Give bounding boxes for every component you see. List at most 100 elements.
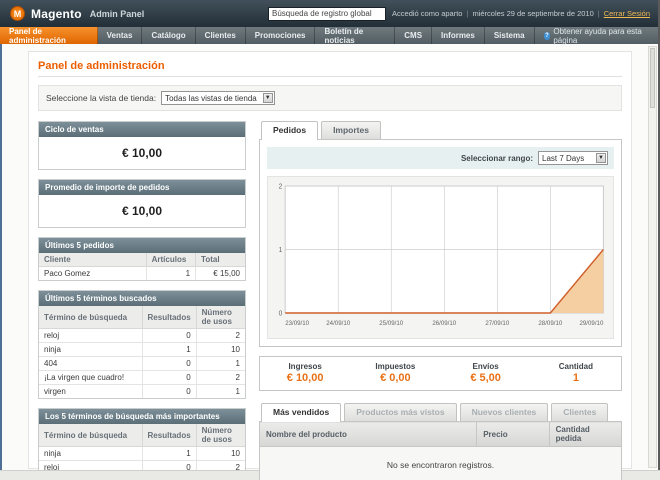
nav-item-promotions[interactable]: Promociones <box>246 27 316 44</box>
term: virgen <box>39 384 143 398</box>
nav-item-customers[interactable]: Clientes <box>196 27 246 44</box>
orders-chart: 0 1 2 23/09/10 24/09/10 25/09/10 26/09/10 27/09… <box>267 176 614 339</box>
svg-text:0: 0 <box>279 310 283 317</box>
content-area: Panel de administración Seleccione la vi… <box>28 51 632 480</box>
nav-item-system[interactable]: Sistema <box>485 27 535 44</box>
term: ¡La virgen que cuadro! <box>39 370 143 385</box>
empty-records-message: No se encontraron registros. <box>259 446 622 480</box>
separator: | <box>466 9 469 18</box>
scrollbar-thumb[interactable] <box>650 48 655 108</box>
uses: 1 <box>196 356 245 371</box>
totals-bar: Ingresos € 10,00 Impuestos € 0,00 Envíos… <box>259 356 622 391</box>
table-row[interactable]: reloj 0 2 <box>39 328 245 343</box>
window-left-edge <box>0 44 2 470</box>
nav-item-cms[interactable]: CMS <box>395 27 433 44</box>
chart-tabs: Pedidos Importes <box>259 121 622 140</box>
lifetime-sales-title: Ciclo de ventas <box>39 122 245 137</box>
last-search-terms-box: Últimos 5 términos buscados Término de b… <box>38 290 246 399</box>
nav-item-sales[interactable]: Ventas <box>98 27 143 44</box>
tab-most-viewed[interactable]: Productos más vistos <box>344 403 457 421</box>
total-value: 1 <box>572 372 579 384</box>
lifetime-sales-value: € 10,00 <box>121 146 163 160</box>
last-orders-box: Últimos 5 pedidos Cliente Artículos Tota… <box>38 237 246 281</box>
total-revenue: Ingresos € 10,00 <box>260 362 350 384</box>
col-header-term: Término de búsqueda <box>39 424 143 447</box>
tab-customers[interactable]: Clientes <box>551 403 609 421</box>
products-tabs: Más vendidos Productos más vistos Nuevos… <box>259 403 622 422</box>
main-nav: Panel de administración Ventas Catálogo … <box>0 26 660 45</box>
bestsellers-table: Nombre del producto Precio Cantidad pedi… <box>258 421 623 480</box>
svg-text:25/09/10: 25/09/10 <box>379 320 403 327</box>
uses: 1 <box>196 384 245 398</box>
help-link[interactable]: Obtener ayuda para esta página <box>535 26 660 45</box>
term: ninja <box>39 342 143 357</box>
last-orders-title: Últimos 5 pedidos <box>39 238 245 253</box>
results: 0 <box>142 328 197 343</box>
table-row[interactable]: ninja 1 10 <box>39 446 245 461</box>
range-bar: Seleccionar rango: Last 7 Days <box>267 147 614 169</box>
total-value: € 0,00 <box>380 372 411 384</box>
vertical-scrollbar[interactable] <box>648 46 657 468</box>
uses: 2 <box>196 328 245 343</box>
logged-in-as: Accedió como aparto <box>392 9 463 18</box>
uses: 10 <box>196 446 245 461</box>
separator: | <box>597 9 600 18</box>
nav-item-dashboard[interactable]: Panel de administración <box>0 27 98 45</box>
table-row[interactable]: ¡La virgen que cuadro! 0 2 <box>39 370 245 385</box>
tab-bestsellers[interactable]: Más vendidos <box>261 403 342 422</box>
left-column: Ciclo de ventas € 10,00 Promedio de impo… <box>38 121 246 480</box>
tab-new-customers[interactable]: Nuevos clientes <box>459 403 549 421</box>
term: reloj <box>39 328 143 343</box>
order-client: Paco Gomez <box>39 266 147 280</box>
total-label: Impuestos <box>375 362 416 371</box>
total-quantity: Cantidad 1 <box>531 362 621 384</box>
page-title: Panel de administración <box>38 60 622 77</box>
store-view-label: Seleccione la vista de tienda: <box>46 93 157 103</box>
total-value: € 10,00 <box>286 372 324 384</box>
svg-text:28/09/10: 28/09/10 <box>538 320 562 327</box>
table-row[interactable]: 404 0 1 <box>39 356 245 371</box>
results: 0 <box>142 370 197 385</box>
svg-text:24/09/10: 24/09/10 <box>326 320 350 327</box>
total-value: € 5,00 <box>470 372 501 384</box>
table-row[interactable]: virgen 0 1 <box>39 384 245 398</box>
col-header-results: Resultados <box>142 306 197 329</box>
nav-item-reports[interactable]: Informes <box>432 27 485 44</box>
lifetime-sales-box: Ciclo de ventas € 10,00 <box>38 121 246 170</box>
col-header-client: Cliente <box>39 253 147 267</box>
dropdown-arrow-icon <box>262 93 273 103</box>
logout-link[interactable]: Cerrar Sesión <box>604 9 650 18</box>
average-orders-box: Promedio de importe de pedidos € 10,00 <box>38 179 246 228</box>
login-info: Accedió como aparto | miércoles 29 de se… <box>392 9 650 18</box>
range-select[interactable]: Last 7 Days <box>538 151 608 165</box>
term: 404 <box>39 356 143 371</box>
magento-logo-icon <box>10 6 25 21</box>
top-search-terms-title: Los 5 términos de búsqueda más important… <box>39 409 245 424</box>
global-search-input[interactable] <box>268 6 387 21</box>
brand-name: Magento <box>31 6 82 21</box>
nav-item-catalog[interactable]: Catálogo <box>142 27 196 44</box>
svg-text:29/09/10: 29/09/10 <box>579 320 603 327</box>
results: 1 <box>142 342 197 357</box>
range-label: Seleccionar rango: <box>460 153 533 163</box>
help-icon <box>543 31 551 40</box>
total-label: Ingresos <box>288 362 322 371</box>
chart-panel: Seleccionar rango: Last 7 Days 0 1 2 23/09/… <box>259 139 622 347</box>
svg-text:27/09/10: 27/09/10 <box>485 320 509 327</box>
svg-text:1: 1 <box>279 247 283 254</box>
col-header-uses: Número de usos <box>196 306 245 329</box>
tab-amounts[interactable]: Importes <box>321 121 381 139</box>
col-header-product: Nombre del producto <box>258 421 478 447</box>
table-row[interactable]: Paco Gomez 1 € 15,00 <box>39 266 245 280</box>
range-value: Last 7 Days <box>542 153 585 163</box>
tab-orders[interactable]: Pedidos <box>261 121 319 140</box>
term: ninja <box>39 446 143 461</box>
store-view-select[interactable]: Todas las vistas de tienda <box>161 91 275 105</box>
col-header-results: Resultados <box>142 424 197 447</box>
svg-text:26/09/10: 26/09/10 <box>432 320 456 327</box>
uses: 2 <box>196 370 245 385</box>
order-items: 1 <box>146 266 197 280</box>
nav-item-newsletter[interactable]: Boletín de noticias <box>315 27 396 45</box>
help-label: Obtener ayuda para esta página <box>553 26 642 45</box>
table-row[interactable]: ninja 1 10 <box>39 342 245 357</box>
